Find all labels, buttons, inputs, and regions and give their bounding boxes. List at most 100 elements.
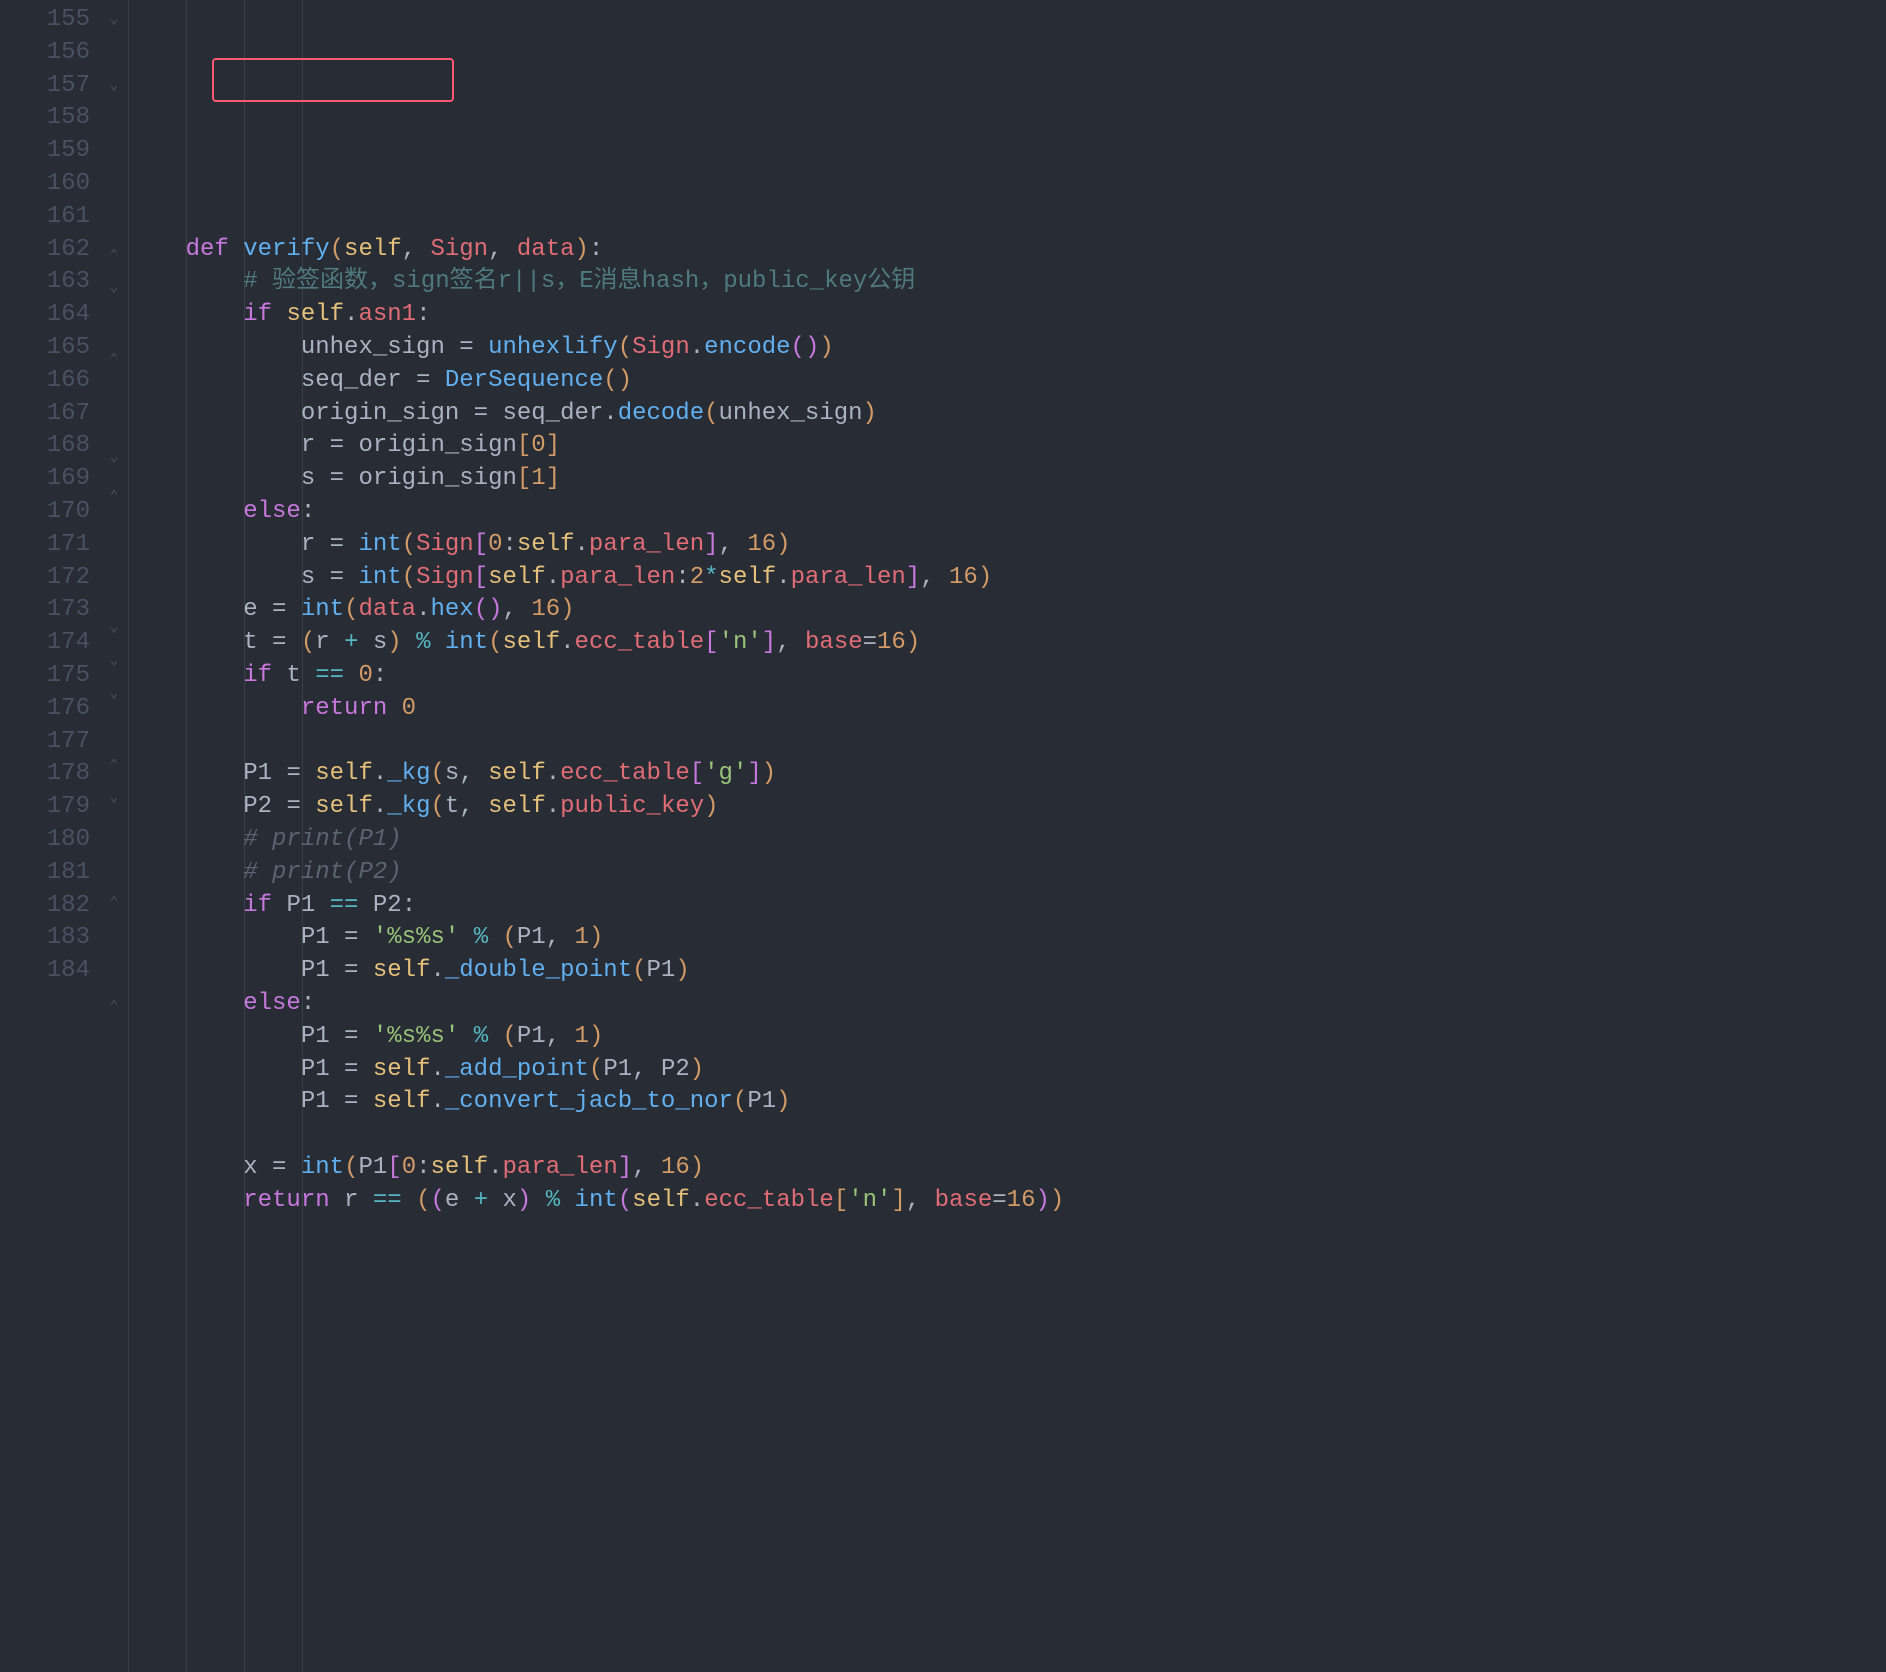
code-token: data [517, 236, 575, 263]
code-token: . [430, 1056, 444, 1083]
fold-expanded-icon[interactable]: ⌄ [100, 70, 128, 103]
fold-column[interactable]: ⌄⌄⌃⌄⌃⌄⌃⌄⌄⌄⌃⌄⌃⌃ [100, 0, 128, 1672]
code-token: _kg [387, 760, 430, 787]
code-token: 1 [575, 924, 589, 951]
fold-collapse-icon[interactable]: ⌃ [100, 475, 128, 514]
code-token [128, 793, 243, 820]
code-token: _add_point [445, 1056, 589, 1083]
fold-expanded-icon[interactable]: ⌄ [100, 645, 128, 678]
code-line[interactable]: s = origin_sign[1] [128, 463, 1886, 496]
code-area[interactable]: ≡▾ def verify(self, Sign, data): # 验签函数，… [128, 0, 1886, 1672]
code-line[interactable]: P1 = '%s%s' % (P1, 1) [128, 1021, 1886, 1054]
code-line[interactable]: P1 = self._kg(s, self.ecc_table['g']) [128, 758, 1886, 791]
code-line[interactable]: seq_der = DerSequence() [128, 365, 1886, 398]
fold-collapse-icon[interactable]: ⌃ [100, 881, 128, 920]
code-token: ( [704, 400, 718, 427]
code-line[interactable]: else: [128, 988, 1886, 1021]
code-token: self [632, 1187, 690, 1214]
code-token: P2 [661, 1056, 690, 1083]
code-token: . [575, 531, 589, 558]
code-line[interactable]: P1 = self._convert_jacb_to_nor(P1) [128, 1086, 1886, 1119]
line-number: 178 [0, 758, 100, 791]
code-token: base [935, 1187, 993, 1214]
code-token [431, 629, 445, 656]
code-line[interactable]: if self.asn1: [128, 299, 1886, 332]
code-line[interactable] [128, 726, 1886, 759]
code-editor[interactable]: 1551561571581591601611621631641651661671… [0, 0, 1886, 1672]
code-token: self [315, 793, 373, 820]
code-token [128, 400, 301, 427]
code-line[interactable]: e = int(data.hex(), 16) [128, 594, 1886, 627]
code-token: seq_der [488, 400, 603, 427]
code-token: ] [747, 760, 761, 787]
code-line[interactable]: return 0 [128, 693, 1886, 726]
code-token: origin_sign [301, 400, 474, 427]
code-token: P1 [301, 1088, 344, 1115]
code-line[interactable]: else: [128, 496, 1886, 529]
annotation-highlight-box [212, 58, 454, 102]
code-line[interactable]: unhex_sign = unhexlify(Sign.encode()) [128, 332, 1886, 365]
code-token: ( [344, 1154, 358, 1181]
code-token: t [286, 662, 315, 689]
code-token: 16 [747, 531, 776, 558]
line-number: 168 [0, 430, 100, 463]
code-line[interactable]: x = int(P1[0:self.para_len], 16) [128, 1152, 1886, 1185]
code-token: : [416, 301, 430, 328]
code-token: ) [387, 629, 401, 656]
fold-collapse-icon[interactable]: ⌃ [100, 234, 128, 273]
code-token: decode [618, 400, 704, 427]
code-token: ) [589, 924, 603, 951]
code-line[interactable]: P1 = self._double_point(P1) [128, 955, 1886, 988]
code-token [301, 760, 315, 787]
line-number: 169 [0, 463, 100, 496]
code-token: _convert_jacb_to_nor [445, 1088, 733, 1115]
code-token: def [186, 236, 244, 263]
code-token: ( [301, 629, 315, 656]
code-line[interactable] [128, 1119, 1886, 1152]
code-token: == [315, 662, 344, 689]
fold-collapse-icon[interactable]: ⌃ [100, 338, 128, 377]
code-line[interactable]: return r == ((e + x) % int(self.ecc_tabl… [128, 1185, 1886, 1218]
code-line[interactable]: r = int(Sign[0:self.para_len], 16) [128, 529, 1886, 562]
code-token: = [416, 367, 430, 394]
code-line[interactable]: P1 = '%s%s' % (P1, 1) [128, 922, 1886, 955]
fold-empty [100, 547, 128, 580]
code-line[interactable]: # print(P2) [128, 857, 1886, 890]
code-line[interactable]: r = origin_sign[0] [128, 430, 1886, 463]
line-number: 155 [0, 4, 100, 37]
code-token [128, 990, 243, 1017]
code-line[interactable]: P1 = self._add_point(P1, P2) [128, 1054, 1886, 1087]
code-line[interactable]: if t == 0: [128, 660, 1886, 693]
fold-expanded-icon[interactable]: ⌄ [100, 678, 128, 711]
code-line[interactable]: # 验签函数，sign签名r||s，E消息hash，public_key公钥 [128, 266, 1886, 299]
code-token: . [546, 760, 560, 787]
code-line[interactable]: P2 = self._kg(t, self.public_key) [128, 791, 1886, 824]
line-number: 159 [0, 135, 100, 168]
code-token: r [301, 432, 330, 459]
line-number: 181 [0, 857, 100, 890]
code-token [128, 236, 186, 263]
fold-expanded-icon[interactable]: ⌄ [100, 782, 128, 815]
code-token: self [373, 957, 431, 984]
code-token [128, 432, 301, 459]
code-line[interactable]: def verify(self, Sign, data): [128, 234, 1886, 267]
fold-expanded-icon[interactable]: ⌄ [100, 612, 128, 645]
code-line[interactable]: origin_sign = seq_der.decode(unhex_sign) [128, 398, 1886, 431]
code-line[interactable]: if P1 == P2: [128, 890, 1886, 923]
code-token: [ [387, 1154, 401, 1181]
code-token: . [344, 301, 358, 328]
fold-expanded-icon[interactable]: ⌄ [100, 4, 128, 37]
code-token: 1 [575, 1023, 589, 1050]
fold-collapse-icon[interactable]: ⌃ [100, 985, 128, 1024]
fold-expanded-icon[interactable]: ⌄ [100, 272, 128, 305]
code-token: ] [618, 1154, 632, 1181]
code-line[interactable]: s = int(Sign[self.para_len:2*self.para_l… [128, 562, 1886, 595]
fold-collapse-icon[interactable]: ⌃ [100, 744, 128, 783]
code-token [128, 367, 301, 394]
code-line[interactable]: # print(P1) [128, 824, 1886, 857]
fold-expanded-icon[interactable]: ⌄ [100, 442, 128, 475]
code-token: ) [1050, 1187, 1064, 1214]
code-token: para_len [503, 1154, 618, 1181]
line-number: 174 [0, 627, 100, 660]
code-line[interactable]: t = (r + s) % int(self.ecc_table['n'], b… [128, 627, 1886, 660]
